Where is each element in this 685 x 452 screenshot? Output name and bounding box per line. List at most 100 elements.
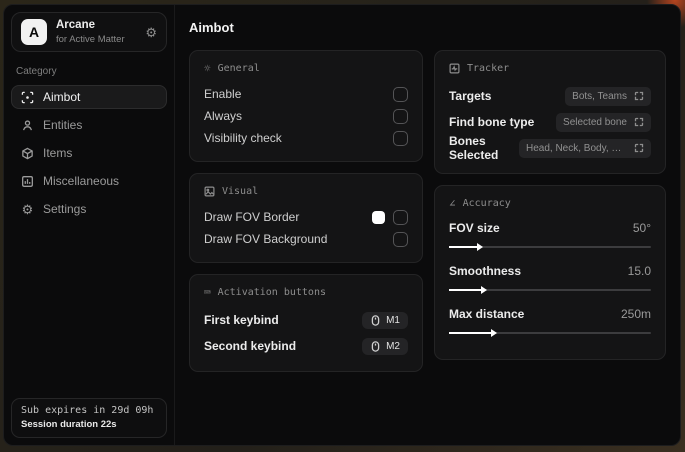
setting-label: Visibility check (204, 131, 282, 145)
dropdown-value: Head, Neck, Body, Pe.. (526, 142, 627, 154)
image-icon (204, 186, 215, 197)
accuracy-header: ∠ Accuracy (449, 198, 651, 209)
left-column: ☼ General Enable Always Visibility check (189, 50, 423, 372)
gear-icon[interactable]: ⚙ (145, 26, 157, 39)
slider-label: Max distance (448, 307, 525, 321)
find-bone-type-dropdown[interactable]: Selected bone (556, 112, 651, 132)
app-identity: Arcane for Active Matter (56, 19, 136, 45)
setting-label: Always (204, 109, 243, 123)
sidebar-item-label: Miscellaneous (43, 174, 120, 188)
tracker-card: Tracker Targets Bots, Teams Find bone ty… (433, 50, 666, 174)
sidebar-item-label: Entities (43, 118, 83, 132)
setting-row-always: Always (204, 105, 408, 127)
setting-label: Second keybind (204, 339, 297, 353)
setting-label: Targets (448, 89, 492, 103)
expand-icon (634, 91, 644, 101)
mouse-icon (371, 340, 380, 352)
visual-card: Visual Draw FOV Border Draw FOV Backgrou… (189, 173, 423, 263)
setting-row-bones-selected: Bones Selected Head, Neck, Body, Pe.. (448, 134, 651, 162)
keyboard-icon: ⌨ (204, 286, 211, 299)
setting-label: First keybind (204, 313, 279, 327)
setting-row-draw-fov-background: Draw FOV Background (204, 228, 408, 250)
expand-icon (634, 117, 644, 127)
sidebar-item-label: Items (43, 146, 73, 160)
slider-label: Smoothness (448, 264, 521, 278)
sidebar-item-settings[interactable]: ⚙ Settings (11, 197, 167, 221)
setting-row-second-keybind: Second keybind M2 (204, 333, 408, 359)
fov-size-slider[interactable] (448, 243, 651, 251)
setting-row-find-bone-type: Find bone type Selected bone (449, 109, 651, 135)
general-icon: ☼ (204, 62, 211, 75)
right-column: Tracker Targets Bots, Teams Find bone ty… (433, 50, 666, 360)
tracker-header-label: Tracker (466, 63, 510, 74)
sidebar-nav: Aimbot Entities Items Miscellaneous ⚙ Se… (11, 85, 167, 221)
sidebar-item-entities[interactable]: Entities (11, 113, 167, 137)
general-card: ☼ General Enable Always Visibility check (189, 50, 423, 162)
keybind-value: M1 (386, 314, 400, 326)
tracker-header: Tracker (449, 63, 651, 74)
slider-label: FOV size (448, 221, 500, 235)
slider-value: 15.0 (627, 264, 651, 278)
app-name: Arcane (56, 18, 95, 31)
expand-icon (634, 143, 644, 153)
dropdown-value: Selected bone (563, 116, 627, 128)
enable-checkbox[interactable] (392, 86, 408, 102)
bones-selected-dropdown[interactable]: Head, Neck, Body, Pe.. (519, 138, 651, 158)
sidebar-item-miscellaneous[interactable]: Miscellaneous (11, 169, 167, 193)
subscription-info: Sub expires in 29d 09h Session duration … (11, 398, 167, 438)
color-swatch[interactable] (371, 210, 385, 224)
app-window: A Arcane for Active Matter ⚙ Category Ai… (3, 4, 681, 446)
dropdown-value: Bots, Teams (572, 90, 627, 102)
sidebar: A Arcane for Active Matter ⚙ Category Ai… (4, 5, 175, 445)
page-title: Aimbot (189, 20, 234, 35)
slider-row-max-distance: Max distance 250m (448, 304, 651, 337)
gear-icon: ⚙ (21, 201, 34, 217)
setting-label: Draw FOV Border (204, 210, 300, 224)
slider-row-fov-size: FOV size 50° (448, 218, 651, 251)
angle-icon: ∠ (448, 197, 456, 210)
chart-icon (21, 175, 34, 188)
setting-label: Bones Selected (448, 134, 499, 162)
sidebar-item-label: Settings (43, 202, 87, 216)
activation-header: ⌨ Activation buttons (204, 287, 408, 298)
slider-fill[interactable] (448, 329, 498, 337)
first-keybind-button[interactable]: M1 (362, 311, 408, 329)
session-duration-text: Session duration 22s (21, 419, 117, 430)
slider-row-smoothness: Smoothness 15.0 (448, 261, 651, 294)
visual-header: Visual (204, 186, 408, 197)
visibility-check-checkbox[interactable] (392, 130, 408, 146)
setting-label: Find bone type (448, 115, 535, 129)
app-subtitle: for Active Matter (56, 33, 125, 45)
general-header: ☼ General (204, 63, 408, 74)
app-logo: A (21, 19, 47, 45)
person-icon (21, 119, 34, 132)
slider-fill[interactable] (448, 243, 484, 251)
always-checkbox[interactable] (392, 108, 408, 124)
sidebar-item-items[interactable]: Items (11, 141, 167, 165)
visual-header-label: Visual (222, 186, 259, 197)
sub-expiry-text: Sub expires in 29d 09h (21, 405, 154, 416)
setting-row-visibility-check: Visibility check (204, 127, 408, 149)
accuracy-card: ∠ Accuracy FOV size 50° Smoothness 15.0 … (433, 185, 666, 360)
activation-header-label: Activation buttons (217, 287, 326, 298)
scan-icon (21, 91, 34, 104)
smoothness-slider[interactable] (448, 286, 651, 294)
cube-icon (21, 147, 34, 160)
second-keybind-button[interactable]: M2 (362, 337, 408, 355)
max-distance-slider[interactable] (448, 329, 651, 337)
draw-fov-background-checkbox[interactable] (392, 231, 408, 247)
general-header-label: General (217, 63, 260, 74)
targets-dropdown[interactable]: Bots, Teams (565, 86, 651, 106)
draw-fov-border-checkbox[interactable] (392, 209, 408, 225)
setting-row-first-keybind: First keybind M1 (204, 307, 408, 333)
sidebar-item-aimbot[interactable]: Aimbot (11, 85, 167, 109)
activation-buttons-card: ⌨ Activation buttons First keybind M1 Se… (189, 274, 423, 372)
slider-fill[interactable] (448, 286, 488, 294)
accuracy-header-label: Accuracy (462, 198, 511, 209)
setting-label: Enable (204, 87, 242, 101)
category-label: Category (16, 66, 57, 77)
mouse-icon (371, 314, 380, 326)
keybind-value: M2 (386, 340, 400, 352)
setting-label: Draw FOV Background (204, 232, 328, 246)
tracker-icon (449, 63, 460, 74)
